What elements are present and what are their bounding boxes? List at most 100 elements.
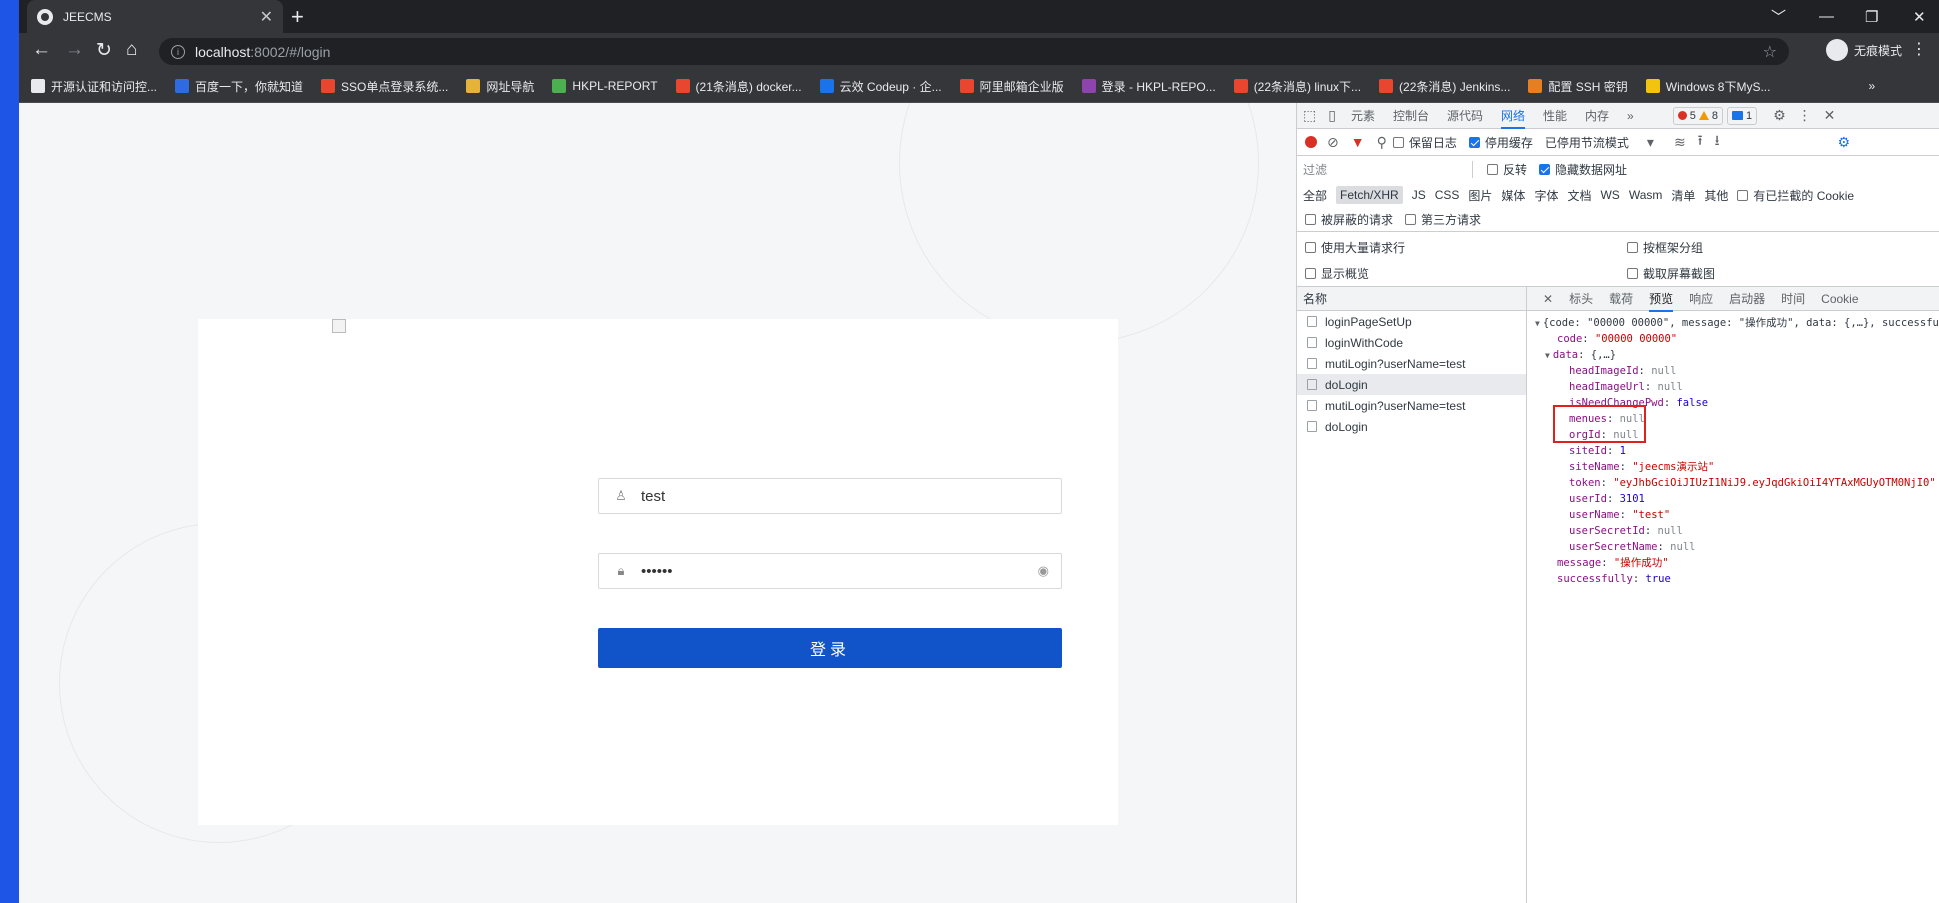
resource-type-filter[interactable]: CSS — [1435, 188, 1460, 202]
bookmark-label: 登录 - HKPL-REPO... — [1101, 79, 1216, 94]
bookmark-item[interactable]: Windows 8下MyS... — [1645, 78, 1770, 95]
tab-search-icon[interactable]: ﹀ — [1771, 0, 1786, 33]
network-settings-icon[interactable]: ⚙ — [1837, 134, 1850, 151]
detail-tab[interactable]: 载荷 — [1609, 290, 1633, 307]
disable-cache-checkbox[interactable] — [1468, 136, 1480, 148]
address-bar[interactable]: i localhost:8002/#/login ☆ — [159, 38, 1789, 65]
search-icon[interactable]: ⚲ — [1377, 134, 1387, 151]
json-line-data[interactable]: ▼ data: {,…} — [1527, 347, 1939, 363]
request-row[interactable]: mutiLogin?userName=test — [1297, 395, 1526, 416]
settings-gear-icon[interactable]: ⚙ — [1773, 107, 1786, 124]
close-devtools-icon[interactable]: ✕ — [1824, 107, 1836, 124]
devtools-tab[interactable]: 性能 — [1543, 107, 1567, 124]
incognito-indicator[interactable]: 无痕模式 — [1826, 39, 1902, 61]
home-icon[interactable]: ⌂ — [126, 39, 137, 61]
close-window-button[interactable]: ✕ — [1913, 0, 1926, 33]
capture-screenshots-checkbox[interactable] — [1627, 268, 1638, 279]
close-panel-icon[interactable]: ✕ — [1543, 292, 1553, 306]
issue-counter[interactable]: 5 8 — [1672, 106, 1723, 125]
devtools-tab[interactable]: 元素 — [1351, 107, 1375, 124]
third-party-checkbox[interactable] — [1405, 214, 1417, 225]
bookmark-item[interactable]: (22条消息) linux下... — [1233, 78, 1361, 95]
json-root[interactable]: ▼ {code: "00000 00000", message: "操作成功", … — [1527, 315, 1939, 331]
invert-checkbox[interactable] — [1487, 163, 1498, 175]
more-tabs-icon[interactable]: » — [1627, 109, 1634, 123]
detail-tab[interactable]: 标头 — [1569, 290, 1593, 307]
resource-type-filter[interactable]: 图片 — [1468, 187, 1492, 204]
detail-tab[interactable]: 时间 — [1781, 290, 1805, 307]
bookmark-star-icon[interactable]: ☆ — [1763, 42, 1777, 62]
filter-input[interactable]: 过滤 — [1303, 160, 1473, 178]
site-info-icon[interactable]: i — [171, 44, 185, 59]
devtools-tab[interactable]: 内存 — [1585, 107, 1609, 124]
password-field[interactable]: 🔒︎ •••••• ◉ — [598, 553, 1062, 589]
group-by-frame-checkbox[interactable] — [1627, 242, 1638, 253]
login-button[interactable]: 登录 — [598, 628, 1062, 668]
resource-type-filter[interactable]: WS — [1600, 188, 1619, 202]
devtools-tab[interactable]: 源代码 — [1447, 107, 1483, 124]
network-conditions-icon[interactable]: ≋ — [1674, 134, 1686, 151]
detail-tab[interactable]: 预览 — [1649, 290, 1674, 312]
bookmark-item[interactable]: 阿里邮箱企业版 — [959, 78, 1064, 95]
clear-icon[interactable]: ⊘ — [1327, 134, 1339, 151]
record-icon[interactable] — [1305, 136, 1317, 148]
back-icon[interactable]: ← — [32, 39, 51, 61]
resource-type-filter[interactable]: 字体 — [1534, 187, 1558, 204]
new-tab-button[interactable]: + — [291, 4, 304, 30]
throttle-select[interactable]: 已停用节流模式 — [1545, 134, 1629, 151]
request-row[interactable]: doLogin — [1297, 374, 1526, 395]
show-overview-checkbox[interactable] — [1305, 268, 1316, 279]
bookmark-item[interactable]: (21条消息) docker... — [675, 78, 802, 95]
inspect-icon[interactable]: ⬚ — [1303, 107, 1316, 124]
detail-tab[interactable]: Cookie — [1821, 292, 1858, 306]
restore-button[interactable]: ❐ — [1865, 0, 1878, 33]
menu-icon[interactable]: ⋮ — [1911, 39, 1927, 59]
resource-type-filter[interactable]: 文档 — [1567, 187, 1591, 204]
devtools-tab[interactable]: 网络 — [1501, 107, 1526, 129]
request-row[interactable]: doLogin — [1297, 416, 1526, 437]
request-row[interactable]: loginWithCode — [1297, 332, 1526, 353]
hide-data-urls-checkbox[interactable] — [1539, 163, 1551, 175]
filter-icon[interactable]: ▼ — [1351, 134, 1365, 150]
tab-close-icon[interactable]: ✕ — [260, 7, 273, 27]
minimize-button[interactable]: — — [1819, 0, 1834, 33]
bookmark-item[interactable]: 百度一下，你就知道 — [175, 78, 303, 95]
bookmark-item[interactable]: (22条消息) Jenkins... — [1379, 78, 1510, 95]
bookmark-item[interactable]: SSO单点登录系统... — [321, 78, 448, 95]
import-har-icon[interactable]: ⭱ — [1698, 130, 1703, 154]
preserve-log-checkbox[interactable] — [1392, 136, 1404, 148]
resource-type-filter[interactable]: Wasm — [1629, 188, 1663, 202]
blocked-requests-checkbox[interactable] — [1305, 214, 1316, 225]
request-row[interactable]: mutiLogin?userName=test — [1297, 353, 1526, 374]
resource-type-filter[interactable]: JS — [1412, 188, 1426, 202]
resource-type-filter[interactable]: 全部 — [1303, 187, 1327, 204]
browser-tab[interactable]: JEECMS ✕ — [27, 0, 283, 33]
forward-icon[interactable]: → — [65, 39, 84, 61]
chevron-down-icon[interactable]: ▾ — [1647, 134, 1654, 151]
bookmark-item[interactable]: 网址导航 — [466, 78, 534, 95]
request-row[interactable]: loginPageSetUp — [1297, 311, 1526, 332]
more-options-icon[interactable]: ⋮ — [1798, 107, 1812, 124]
resource-type-filter[interactable]: 清单 — [1671, 187, 1695, 204]
large-rows-checkbox[interactable] — [1305, 242, 1316, 253]
reload-icon[interactable]: ↻ — [96, 39, 112, 62]
bookmark-item[interactable]: HKPL-REPORT — [552, 79, 658, 93]
bookmark-item[interactable]: 云效 Codeup · 企... — [819, 78, 942, 95]
bookmarks-overflow-icon[interactable]: » — [1868, 79, 1875, 93]
eye-off-icon[interactable]: ◉ — [1038, 563, 1049, 579]
resource-type-filter[interactable]: Fetch/XHR — [1336, 186, 1403, 204]
resource-type-filter[interactable]: 其他 — [1704, 187, 1728, 204]
device-toolbar-icon[interactable]: ▯ — [1328, 107, 1336, 124]
devtools-tab[interactable]: 控制台 — [1393, 107, 1429, 124]
message-counter[interactable]: 1 — [1726, 106, 1758, 125]
name-column-header[interactable]: 名称 — [1297, 287, 1526, 311]
username-field[interactable]: ♙ test — [598, 478, 1062, 514]
blocked-cookies-checkbox[interactable] — [1737, 189, 1749, 201]
detail-tab[interactable]: 启动器 — [1729, 290, 1765, 307]
bookmark-item[interactable]: 开源认证和访问控... — [31, 78, 157, 95]
export-har-icon[interactable]: ⭳ — [1715, 130, 1720, 154]
bookmark-item[interactable]: 配置 SSH 密钥 — [1528, 78, 1628, 95]
bookmark-item[interactable]: 登录 - HKPL-REPO... — [1081, 78, 1216, 95]
resource-type-filter[interactable]: 媒体 — [1501, 187, 1525, 204]
detail-tab[interactable]: 响应 — [1689, 290, 1713, 307]
